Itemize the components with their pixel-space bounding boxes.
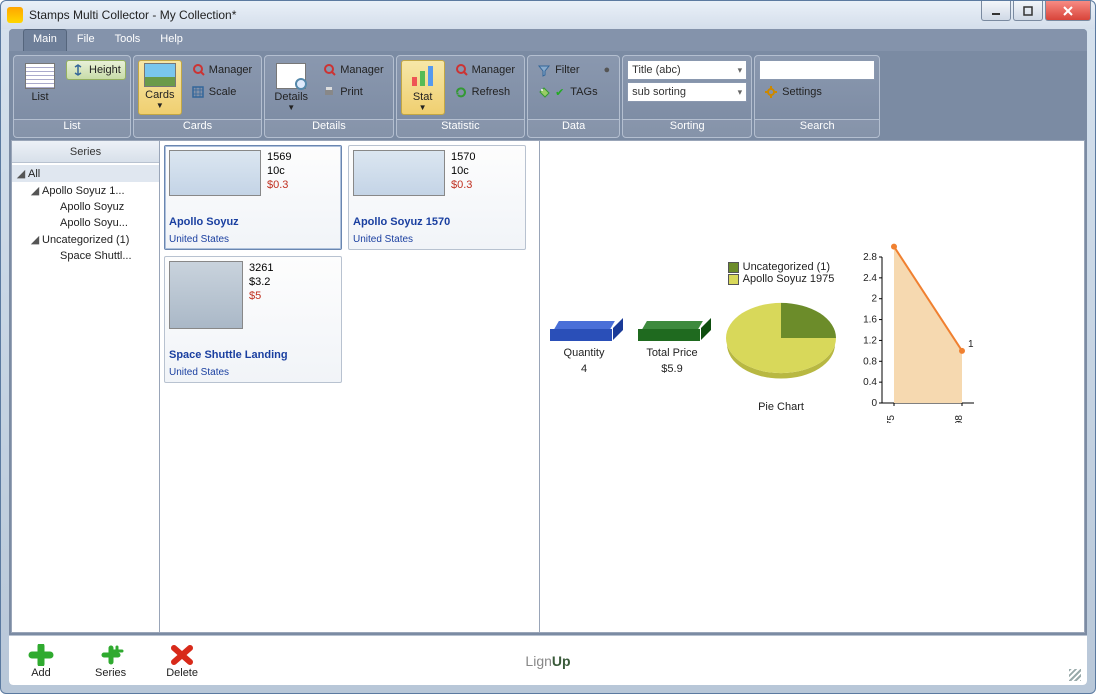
group-list: List xyxy=(14,119,130,137)
tags-button[interactable]: ✔TAGs xyxy=(532,82,615,102)
window-title: Stamps Multi Collector - My Collection* xyxy=(29,8,236,22)
pie-label: Pie Chart xyxy=(758,401,804,413)
list-button[interactable]: List xyxy=(18,60,62,115)
search-input[interactable] xyxy=(759,60,875,80)
refresh-button[interactable]: Refresh xyxy=(449,82,520,102)
total-label: Total Price xyxy=(646,347,697,359)
line-chart: 0 0.4 0.8 1.2 1.6 2 2.4 2.8 3 1975 1 1998 xyxy=(856,243,986,423)
delete-button[interactable]: Delete xyxy=(166,643,198,679)
details-button[interactable]: Details▼ xyxy=(269,60,313,115)
quantity-value: 4 xyxy=(581,363,587,375)
pie-chart xyxy=(726,303,836,373)
tree-node[interactable]: ◢All xyxy=(12,165,159,182)
maximize-button[interactable] xyxy=(1013,1,1043,21)
manager-button[interactable]: Manager xyxy=(317,60,388,80)
card-title: Apollo Soyuz 1570 xyxy=(353,216,521,228)
menu-main[interactable]: Main xyxy=(23,29,67,51)
app-icon xyxy=(7,7,23,23)
card[interactable]: 3261$3.2$5Space Shuttle LandingUnited St… xyxy=(164,256,342,383)
card-country: United States xyxy=(353,234,521,245)
stamp-thumb xyxy=(169,150,261,196)
card-country: United States xyxy=(169,234,337,245)
settings-button[interactable]: Settings xyxy=(759,82,875,102)
tree-node[interactable]: Apollo Soyuz xyxy=(12,199,159,215)
filter-button[interactable]: Filter● xyxy=(532,60,615,80)
card-country: United States xyxy=(169,367,337,378)
stamp-thumb xyxy=(169,261,243,329)
resize-grip[interactable] xyxy=(1069,669,1081,681)
logo: LignUp xyxy=(525,653,570,669)
height-button[interactable]: Height xyxy=(66,60,126,80)
legend-0: Uncategorized (1) xyxy=(743,261,830,273)
quantity-label: Quantity xyxy=(564,347,605,359)
svg-text:1: 1 xyxy=(968,339,974,350)
svg-text:0.4: 0.4 xyxy=(863,377,877,388)
sidebar-header: Series xyxy=(12,141,159,163)
svg-text:2.4: 2.4 xyxy=(863,273,877,284)
manager-button[interactable]: Manager xyxy=(186,60,257,80)
tree-node[interactable]: ◢Apollo Soyuz 1... xyxy=(12,182,159,199)
cards-button[interactable]: Cards▼ xyxy=(138,60,182,115)
svg-text:3: 3 xyxy=(900,243,906,246)
close-button[interactable] xyxy=(1045,1,1091,21)
svg-text:1.2: 1.2 xyxy=(863,335,877,346)
stamp-thumb xyxy=(353,150,445,196)
svg-text:0: 0 xyxy=(871,398,877,409)
menu-help[interactable]: Help xyxy=(150,29,193,51)
card[interactable]: 157010c$0.3Apollo Soyuz 1570United State… xyxy=(348,145,526,250)
svg-text:0.8: 0.8 xyxy=(863,356,877,367)
card-title: Apollo Soyuz xyxy=(169,216,337,228)
quantity-icon xyxy=(550,321,618,343)
add-button[interactable]: Add xyxy=(27,643,55,679)
group-search: Search xyxy=(755,119,879,137)
svg-text:2.8: 2.8 xyxy=(863,252,877,263)
svg-text:1975: 1975 xyxy=(886,415,897,423)
sort-combo-1[interactable]: sub sorting▾ xyxy=(627,82,747,102)
manager-button[interactable]: Manager xyxy=(449,60,520,80)
minimize-button[interactable] xyxy=(981,1,1011,21)
group-statistic: Statistic xyxy=(397,119,524,137)
scale-button[interactable]: Scale xyxy=(186,82,257,102)
group-sorting: Sorting xyxy=(623,119,751,137)
print-button[interactable]: Print xyxy=(317,82,388,102)
sort-combo-0[interactable]: Title (abc)▾ xyxy=(627,60,747,80)
legend-1: Apollo Soyuz 1975 xyxy=(743,273,835,285)
svg-text:1.6: 1.6 xyxy=(863,315,877,326)
group-details: Details xyxy=(265,119,392,137)
svg-text:1998: 1998 xyxy=(954,415,965,423)
series-button[interactable]: Series xyxy=(95,643,126,679)
tree-node[interactable]: Space Shuttl... xyxy=(12,248,159,264)
tree-node[interactable]: Apollo Soyu... xyxy=(12,215,159,231)
card-title: Space Shuttle Landing xyxy=(169,349,337,361)
total-value: $5.9 xyxy=(661,363,682,375)
group-data: Data xyxy=(528,119,619,137)
tree-node[interactable]: ◢Uncategorized (1) xyxy=(12,231,159,248)
stat-button[interactable]: Stat▼ xyxy=(401,60,445,115)
menu-file[interactable]: File xyxy=(67,29,105,51)
total-icon xyxy=(638,321,706,343)
menu-tools[interactable]: Tools xyxy=(105,29,151,51)
svg-text:2: 2 xyxy=(871,294,877,305)
card[interactable]: 156910c$0.3Apollo SoyuzUnited States xyxy=(164,145,342,250)
group-cards: Cards xyxy=(134,119,261,137)
